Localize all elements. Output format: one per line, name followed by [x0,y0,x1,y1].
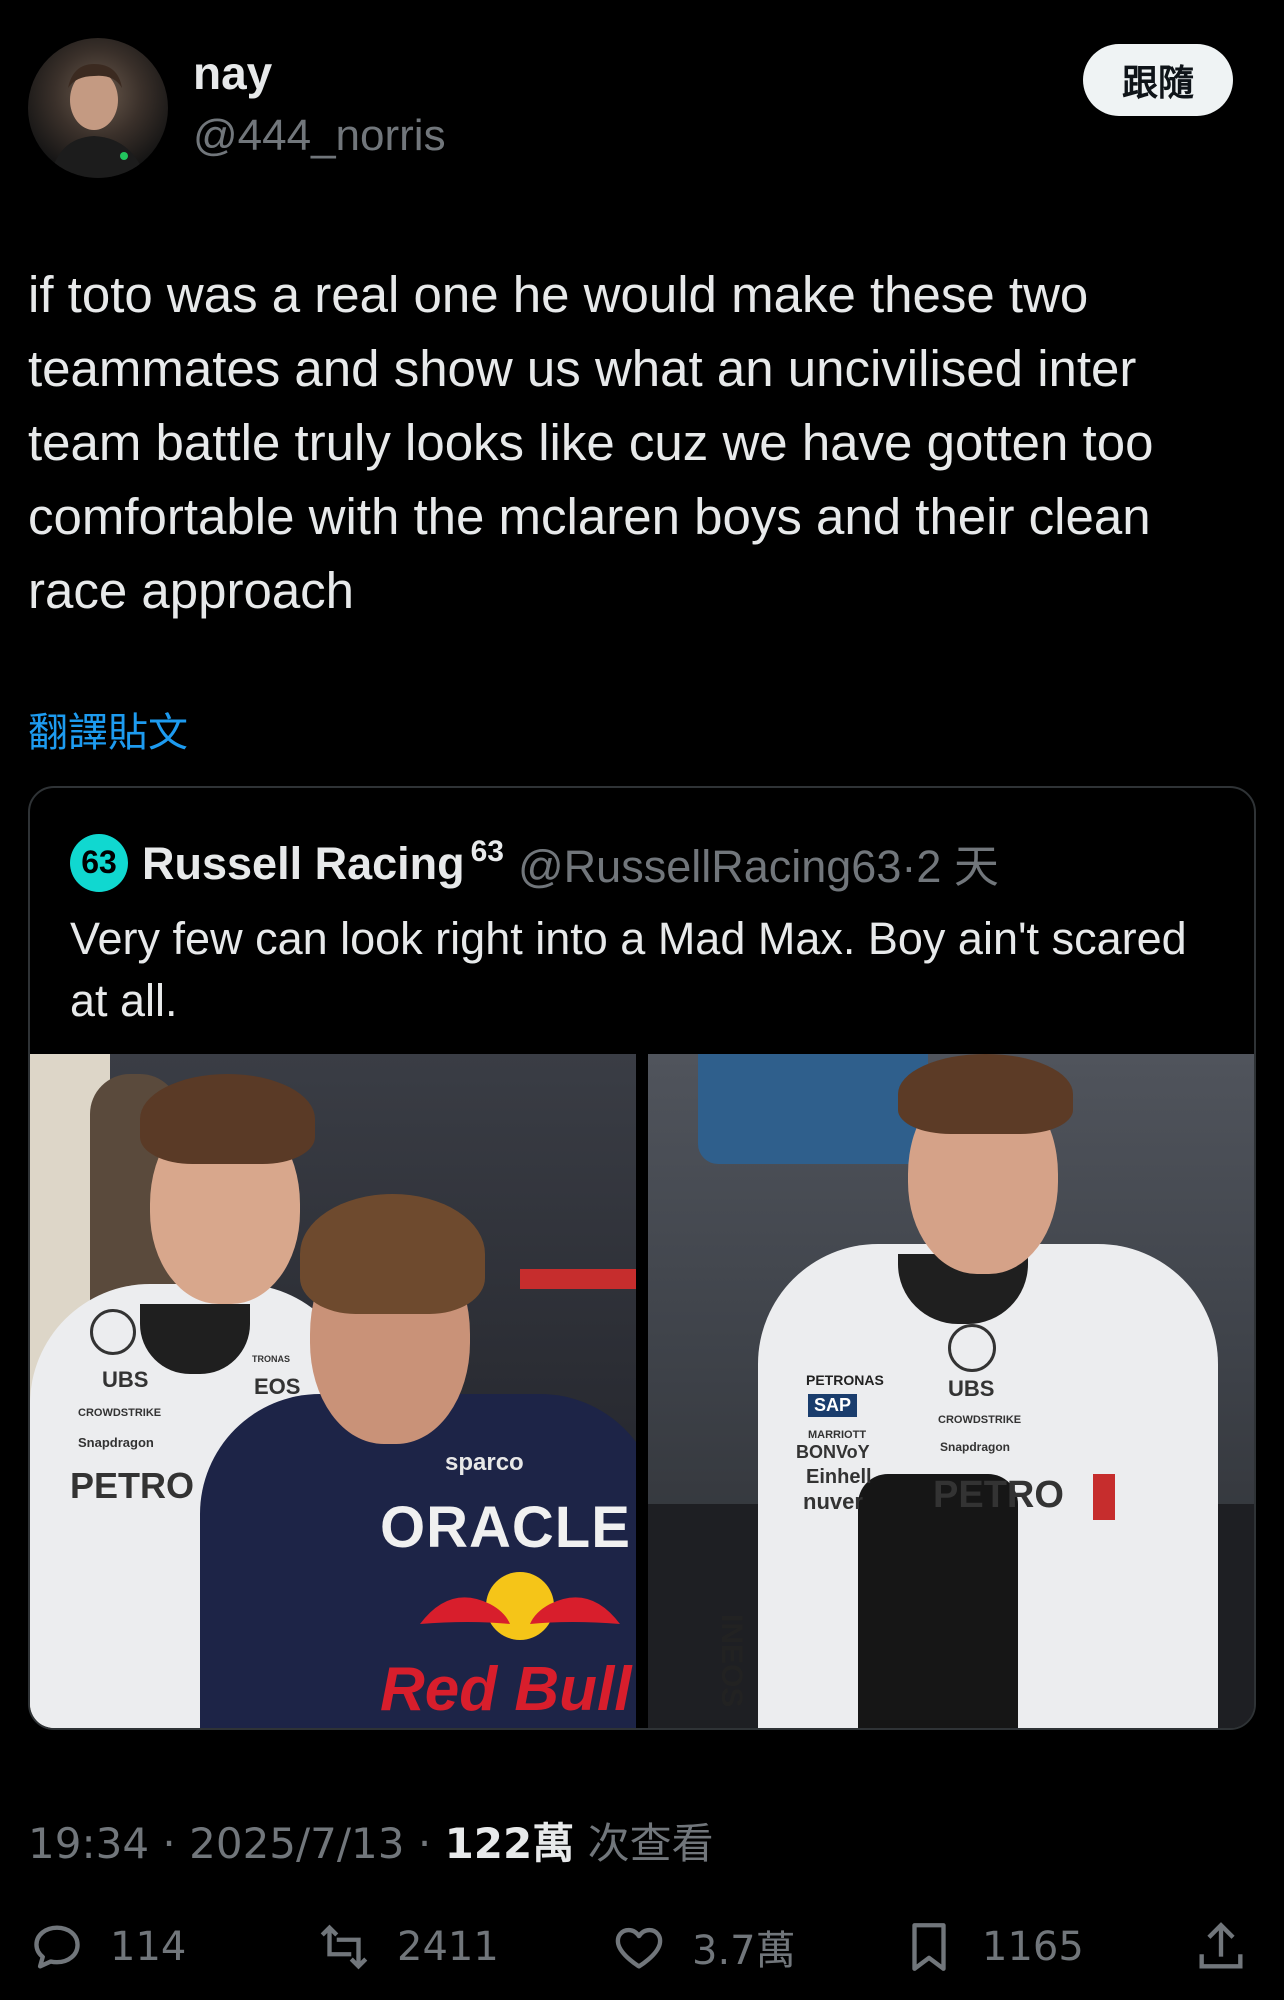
author-avatar[interactable] [28,38,168,178]
author-handle[interactable]: @444_norris [193,114,446,158]
logo-snapdragon-right: Snapdragon [940,1440,1011,1454]
reply-icon [34,1925,80,1969]
bookmark-count: 1165 [982,1924,1084,1970]
follow-button[interactable]: 跟隨 [1083,44,1233,116]
bookmark-icon [912,1923,946,1971]
quoted-post-card[interactable]: 63 Russell Racing 63 @RussellRacing63·2 天… [28,786,1256,1730]
logo-tronas: TRONAS [252,1354,290,1364]
reply-count: 114 [110,1924,187,1970]
logo-redbull: Red Bull [380,1655,632,1724]
view-count: 122萬 [444,1819,575,1868]
repost-icon [320,1924,368,1970]
quoted-author-name-superscript: 63 [470,835,504,868]
logo-crowdstrike: CROWDSTRIKE [78,1407,162,1419]
logo-bonvoy: BONVoY [796,1442,870,1462]
bookmark-button[interactable]: 1165 [900,1910,1084,1984]
heart-icon [615,1927,663,1969]
quoted-author-name[interactable]: Russell Racing 63 [142,835,504,890]
post-text: if toto was a real one he would make the… [28,266,1154,619]
logo-ineos: INEOS [715,1614,748,1708]
logo-sparco: sparco [445,1449,524,1476]
logo-marriott: MARRIOTT [808,1429,867,1441]
logo-petro: PETRO [70,1465,195,1506]
repost-button[interactable]: 2411 [315,1910,499,1984]
repost-count: 2411 [397,1924,499,1970]
tweet-detail-page: nay @444_norris 跟隨 if toto was a real on… [0,0,1284,2000]
translate-post-link[interactable]: 翻譯貼文 [28,700,188,758]
quoted-post-media: UBS CROWDSTRIKE Snapdragon PETRO AS TRON… [30,1054,1254,1728]
post-action-bar: 114 2411 3.7萬 1165 [0,1910,1284,1984]
logo-crowdstrike-right: CROWDSTRIKE [938,1414,1022,1426]
logo-nuvei: nuver [803,1489,863,1514]
reply-button[interactable]: 114 [28,1910,186,1984]
redbull-bulls-logo [420,1572,620,1640]
view-count-label: 次查看 [587,1819,714,1868]
media-image-left[interactable]: UBS CROWDSTRIKE Snapdragon PETRO AS TRON… [30,1054,636,1728]
logo-sap: SAP [808,1394,858,1417]
logo-ubs: UBS [102,1367,149,1392]
share-button[interactable] [1192,1910,1274,1984]
like-button[interactable]: 3.7萬 [610,1910,796,1984]
logo-einhell: Einhell [806,1466,872,1488]
quoted-post-text: Very few can look right into a Mad Max. … [70,913,1187,1026]
share-icon [1199,1922,1243,1969]
quoted-post-header: 63 Russell Racing 63 @RussellRacing63·2 天 [70,830,999,895]
logo-snapdragon: Snapdragon [78,1435,154,1450]
quoted-author-handle: @RussellRacing63·2 天 [517,841,999,892]
logo-ubs-right: UBS [948,1376,995,1401]
quoted-author-avatar[interactable]: 63 [70,833,128,892]
post-time: 19:34 [28,1819,150,1868]
logo-petronas: PETRONAS [806,1372,884,1388]
logo-petro-right: PETRO [933,1474,1064,1516]
post-timestamp[interactable]: 19:34 · 2025/7/13 · 122萬 次查看 [28,1810,714,1871]
avatar-portrait [50,64,146,178]
logo-oracle: ORACLE [380,1495,631,1560]
media-image-right[interactable]: PETRONAS SAP MARRIOTT BONVoY Einhell nuv… [648,1054,1254,1728]
like-count: 3.7萬 [692,1928,796,1974]
author-name[interactable]: nay [193,50,272,96]
post-date: 2025/7/13 [189,1819,405,1868]
